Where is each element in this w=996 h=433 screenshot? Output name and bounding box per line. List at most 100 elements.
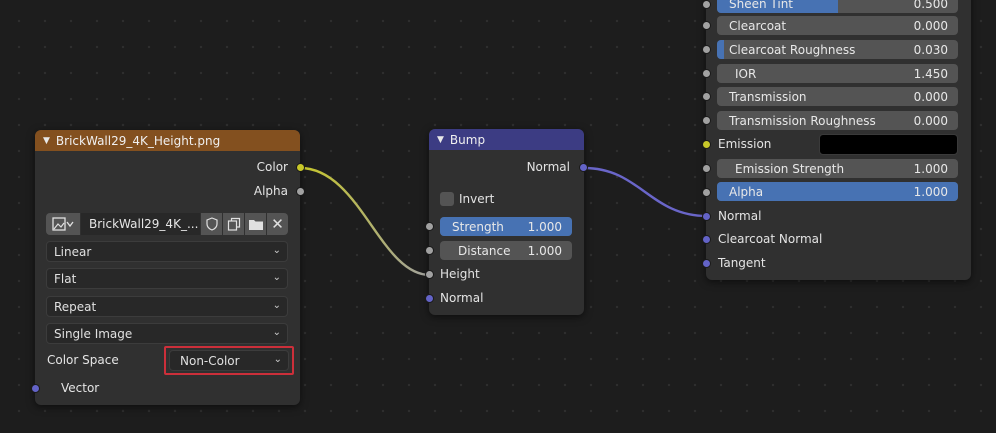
transmission-roughness-value: 0.000 [913,113,948,128]
interpolation-value: Linear [54,244,92,259]
socket-emission-input[interactable] [702,140,711,149]
transmission-roughness-slider[interactable]: Transmission Roughness 0.000 [717,111,958,130]
link-color-to-height[interactable] [299,166,431,277]
color-space-value: Non-Color [180,353,240,368]
distance-label: Distance [458,243,511,258]
clearcoat-roughness-slider[interactable]: Clearcoat Roughness 0.030 [717,40,958,59]
output-color-label: Color [256,160,288,174]
fake-user-button[interactable] [201,213,222,235]
socket-normal-input[interactable] [702,212,711,221]
socket-clearcoat-roughness-input[interactable] [702,45,711,54]
socket-strength-input[interactable] [425,222,434,231]
sheen-tint-value: 0.500 [913,0,948,11]
clearcoat-roughness-label: Clearcoat Roughness [729,42,856,57]
image-texture-node[interactable]: ▼ BrickWall29_4K_Height.png Color Alpha … [35,130,300,405]
extension-dropdown[interactable]: Repeat ⌄ [46,296,288,317]
chevron-down-icon: ⌄ [272,272,281,283]
source-dropdown[interactable]: Single Image ⌄ [46,323,288,344]
chevron-down-icon: ⌄ [272,327,281,338]
transmission-roughness-label: Transmission Roughness [729,113,876,128]
alpha-label: Alpha [729,184,764,199]
input-vector-label: Vector [61,381,100,395]
image-texture-node-header[interactable]: ▼ BrickWall29_4K_Height.png [35,130,300,151]
clearcoat-value: 0.000 [913,18,948,33]
socket-alpha-input[interactable] [702,188,711,197]
input-clearcoat-normal-label: Clearcoat Normal [718,232,823,246]
input-normal-label: Normal [440,291,484,305]
transmission-slider[interactable]: Transmission 0.000 [717,87,958,106]
bump-node-title: Bump [449,132,486,147]
color-space-label: Color Space [47,353,119,367]
input-tangent-label: Tangent [718,256,766,270]
interpolation-dropdown[interactable]: Linear ⌄ [46,241,288,262]
folder-icon [248,220,263,230]
emission-strength-label: Emission Strength [735,161,845,176]
ior-value: 1.450 [913,66,948,81]
invert-checkbox[interactable] [440,192,454,206]
transmission-value: 0.000 [913,89,948,104]
input-height-label: Height [440,267,480,281]
color-space-dropdown[interactable]: Non-Color ⌄ [169,350,289,371]
principled-bsdf-node[interactable]: Sheen Tint 0.500 Clearcoat 0.000 Clearco… [706,0,971,280]
socket-alpha-output[interactable] [296,187,305,196]
emission-color-swatch[interactable] [819,134,958,155]
socket-bump-normal-output[interactable] [579,163,588,172]
ior-field[interactable]: IOR 1.450 [717,64,958,83]
extension-value: Repeat [54,299,97,314]
duplicate-image-button[interactable] [223,213,244,235]
link-normal-to-bsdf-normal[interactable] [583,166,708,218]
socket-bump-normal-input[interactable] [425,294,434,303]
unlink-image-button[interactable]: ✕ [267,213,288,235]
transmission-label: Transmission [729,89,807,104]
socket-ior-input[interactable] [702,69,711,78]
ior-label: IOR [735,66,757,81]
socket-emission-strength-input[interactable] [702,164,711,173]
clearcoat-label: Clearcoat [729,18,787,33]
image-name-field[interactable]: BrickWall29_4K_... [81,213,200,235]
sheen-tint-label: Sheen Tint [729,0,794,11]
image-browse-button[interactable] [46,213,80,235]
socket-clearcoat-input[interactable] [702,21,711,30]
image-icon [52,217,74,231]
strength-label: Strength [452,219,504,234]
socket-transmission-input[interactable] [702,92,711,101]
emission-strength-value: 1.000 [913,161,948,176]
strength-slider[interactable]: Strength 1.000 [440,217,572,236]
shield-icon [205,217,218,231]
distance-value: 1.000 [527,243,562,258]
socket-transmission-roughness-input[interactable] [702,116,711,125]
alpha-value: 1.000 [913,184,948,199]
socket-tangent-input[interactable] [702,259,711,268]
source-value: Single Image [54,326,133,341]
socket-distance-input[interactable] [425,246,434,255]
bump-node-header[interactable]: ▼ Bump [429,129,584,150]
close-icon: ✕ [271,215,284,233]
distance-slider[interactable]: Distance 1.000 [440,241,572,260]
sheen-tint-slider[interactable]: Sheen Tint 0.500 [717,0,958,13]
socket-clearcoat-normal-input[interactable] [702,235,711,244]
chevron-down-icon: ⌄ [272,245,281,256]
socket-color-output[interactable] [296,163,305,172]
bump-node[interactable]: ▼ Bump Normal Invert Strength 1.000 Dist… [429,129,584,315]
socket-sheen-tint-input[interactable] [702,0,711,9]
socket-height-input[interactable] [425,270,434,279]
invert-label: Invert [459,192,495,206]
image-name-text: BrickWall29_4K_... [89,217,199,231]
collapse-chevron-icon[interactable]: ▼ [43,136,50,146]
socket-vector-input[interactable] [31,384,40,393]
output-alpha-label: Alpha [253,184,288,198]
input-normal-label: Normal [718,209,762,223]
image-texture-node-title: BrickWall29_4K_Height.png [55,133,221,148]
output-normal-label: Normal [526,160,570,174]
chevron-down-icon: ⌄ [273,354,282,365]
clearcoat-slider[interactable]: Clearcoat 0.000 [717,16,958,35]
emission-label: Emission [718,137,772,151]
projection-dropdown[interactable]: Flat ⌄ [46,268,288,289]
duplicate-icon [227,217,240,231]
collapse-chevron-icon[interactable]: ▼ [437,135,444,145]
alpha-slider[interactable]: Alpha 1.000 [717,182,958,201]
clearcoat-roughness-value: 0.030 [913,42,948,57]
emission-strength-field[interactable]: Emission Strength 1.000 [717,159,958,178]
projection-value: Flat [54,271,77,286]
open-image-button[interactable] [245,213,266,235]
